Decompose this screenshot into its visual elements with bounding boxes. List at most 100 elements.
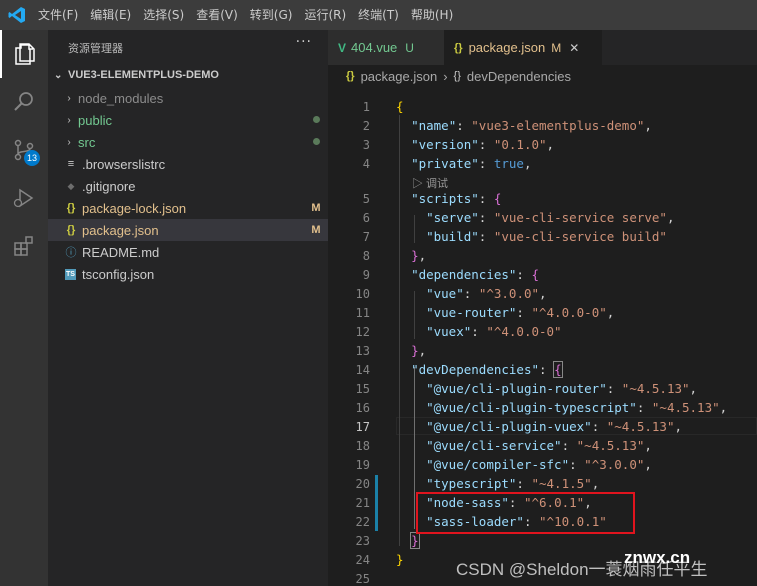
tab-label: 404.vue <box>351 40 398 55</box>
tree-item-label: public <box>78 112 112 128</box>
line-number: 15 <box>355 382 370 396</box>
code-line: { <box>396 99 404 114</box>
tree-item-label: README.md <box>82 244 160 260</box>
line-number: 10 <box>355 287 370 301</box>
menu-run[interactable]: 运行(R) <box>298 0 352 30</box>
scm-badge: 13 <box>24 150 40 166</box>
run-debug-icon <box>13 188 34 208</box>
tab-label: package.json <box>468 40 546 55</box>
chevron-right-icon: › <box>67 136 71 148</box>
code-line: "dependencies": { <box>411 267 540 282</box>
line-number: 8 <box>362 249 370 263</box>
line-number: 19 <box>355 458 370 472</box>
tree-item-package-lock[interactable]: {} package-lock.json M <box>48 197 328 219</box>
code-line: "build": "vue-cli-service build" <box>426 229 667 244</box>
close-icon[interactable]: ✕ <box>569 41 579 55</box>
project-folder-header[interactable]: ⌄ VUE3-ELEMENTPLUS-DEMO <box>48 64 328 86</box>
line-number: 18 <box>355 439 370 453</box>
git-status-badge: M <box>311 202 321 214</box>
modified-dot-icon <box>312 138 320 145</box>
search-icon <box>14 92 33 111</box>
menu-terminal[interactable]: 终端(T) <box>352 0 405 30</box>
line-number: 9 <box>362 268 370 282</box>
extensions-icon <box>14 236 33 256</box>
source-control-activity[interactable]: 13 <box>0 126 48 174</box>
line-number: 3 <box>362 138 370 152</box>
code-line: "private": true, <box>411 156 532 171</box>
tab-package-json[interactable]: {} package.json M ✕ <box>444 30 602 65</box>
chevron-right-icon: › <box>67 92 71 104</box>
tab-404-vue[interactable]: V 404.vue U <box>328 30 444 65</box>
extensions-activity[interactable] <box>0 222 48 270</box>
tree-item-tsconfig[interactable]: TS tsconfig.json <box>48 263 328 285</box>
search-activity[interactable] <box>0 78 48 126</box>
breadcrumb-symbol[interactable]: devDependencies <box>467 69 571 84</box>
project-name: VUE3-ELEMENTPLUS-DEMO <box>68 69 219 81</box>
title-bar: 文件(F) 编辑(E) 选择(S) 查看(V) 转到(G) 运行(R) 终端(T… <box>0 0 757 30</box>
code-line: "@vue/cli-plugin-typescript": "~4.5.13", <box>426 400 728 415</box>
tree-item-browserslistrc[interactable]: ≡ .browserslistrc <box>48 153 328 175</box>
menu-go[interactable]: 转到(G) <box>244 0 299 30</box>
menu-edit[interactable]: 编辑(E) <box>84 0 137 30</box>
run-debug-activity[interactable] <box>0 174 48 222</box>
tree-item-gitignore[interactable]: ◆ .gitignore <box>48 175 328 197</box>
json-file-icon: {} <box>346 70 355 82</box>
tab-status: U <box>405 40 414 55</box>
typescript-file-icon: TS <box>65 268 76 280</box>
tree-item-label: .browserslistrc <box>82 156 166 172</box>
breadcrumb: {} package.json › {} devDependencies <box>328 65 757 87</box>
explorer-title: 资源管理器 <box>68 42 123 55</box>
tab-status: M <box>551 40 562 55</box>
tree-item-readme[interactable]: ⓘ README.md <box>48 241 328 263</box>
explorer-activity[interactable] <box>0 30 48 78</box>
breadcrumb-file[interactable]: package.json <box>361 69 438 84</box>
code-line: "@vue/cli-plugin-router": "~4.5.13", <box>426 381 698 396</box>
line-number: 24 <box>355 553 370 567</box>
code-line: "version": "0.1.0", <box>411 137 555 152</box>
menu-bar: 文件(F) 编辑(E) 选择(S) 查看(V) 转到(G) 运行(R) 终端(T… <box>32 0 459 30</box>
line-number: 5 <box>362 192 370 206</box>
object-icon: {} <box>453 70 461 82</box>
explorer-sidebar: 资源管理器 ··· ⌄ VUE3-ELEMENTPLUS-DEMO › node… <box>48 30 328 586</box>
tree-item-src[interactable]: › src <box>48 131 328 153</box>
tree-item-public[interactable]: › public <box>48 109 328 131</box>
editor-tabs: V 404.vue U {} package.json M ✕ <box>328 30 757 65</box>
code-editor[interactable]: 1 2 3 4 5 6 7 8 9 10 11 12 13 14 15 16 1… <box>328 87 757 586</box>
code-line: "typescript": "~4.1.5", <box>426 476 600 491</box>
code-line: } <box>396 552 404 567</box>
json-file-icon: {} <box>66 202 76 214</box>
code-line: }, <box>411 248 427 263</box>
json-file-icon: {} <box>66 224 76 236</box>
files-icon <box>15 43 35 65</box>
git-modified-gutter <box>375 475 378 531</box>
tree-item-label: package.json <box>82 222 159 238</box>
code-line: "vue-router": "^4.0.0-0", <box>426 305 615 320</box>
line-number: 23 <box>355 534 370 548</box>
code-line: "@vue/compiler-sfc": "^3.0.0", <box>426 457 652 472</box>
debug-codelens[interactable]: ▷ 调试 <box>412 175 448 191</box>
chevron-right-icon: › <box>67 114 71 126</box>
menu-file[interactable]: 文件(F) <box>32 0 84 30</box>
tree-item-package-json[interactable]: {} package.json M <box>48 219 328 241</box>
line-number: 1 <box>362 100 370 114</box>
line-number: 16 <box>355 401 370 415</box>
chevron-right-icon: › <box>443 68 448 84</box>
annotation-highlight-box <box>416 492 635 534</box>
more-actions-icon[interactable]: ··· <box>296 34 312 50</box>
menu-view[interactable]: 查看(V) <box>190 0 244 30</box>
code-line: "@vue/cli-service": "~4.5.13", <box>426 438 652 453</box>
code-line: "devDependencies": { <box>411 361 563 378</box>
code-line: "@vue/cli-plugin-vuex": "~4.5.13", <box>426 419 683 434</box>
code-line: "name": "vue3-elementplus-demo", <box>411 118 652 133</box>
line-number: 11 <box>355 306 370 320</box>
menu-help[interactable]: 帮助(H) <box>405 0 459 30</box>
modified-dot-icon <box>312 116 320 123</box>
tree-item-node-modules[interactable]: › node_modules <box>48 87 328 109</box>
line-number: 2 <box>362 119 370 133</box>
menu-selection[interactable]: 选择(S) <box>137 0 190 30</box>
code-line: "vuex": "^4.0.0-0" <box>426 324 562 339</box>
code-line: }, <box>411 343 427 358</box>
vscode-logo-icon <box>8 7 25 23</box>
code-line: "scripts": { <box>411 191 502 206</box>
line-number: 21 <box>355 496 370 510</box>
